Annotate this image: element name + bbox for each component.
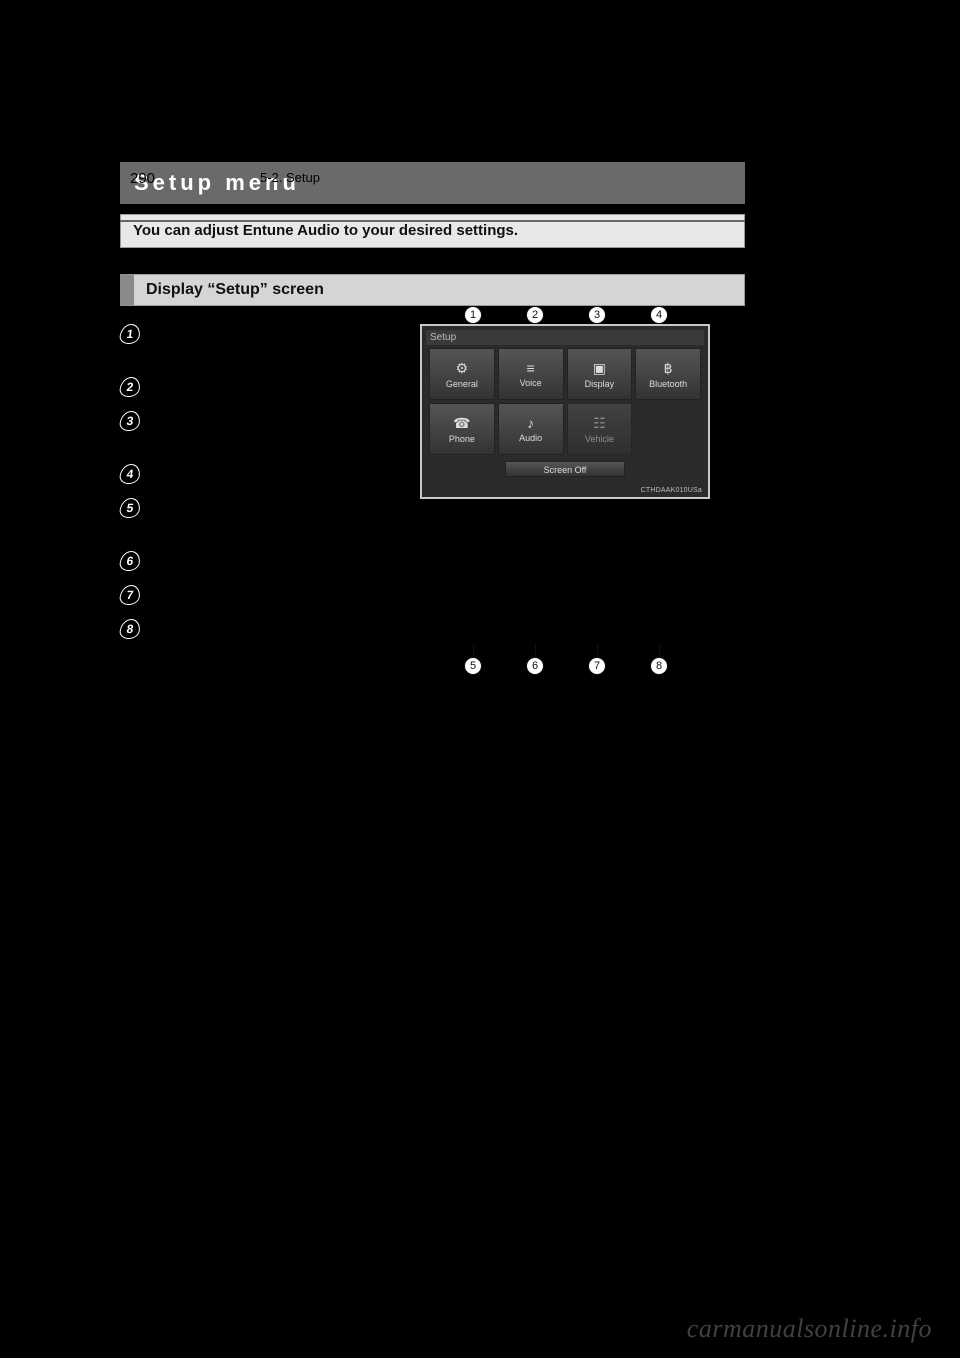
list-item: 5 Adjust settings for phone sound, conta… [120,498,400,537]
callout-row-bottom: 5 6 7 8 [442,657,690,675]
callout-badge-6: 6 [119,551,142,571]
tile-empty [635,403,701,455]
list-item: 6 Audio settings (→P. 318) [120,551,400,571]
callout-badge-7: 7 [119,585,142,605]
audio-icon: ♪ [527,415,534,431]
setup-screen-title: Setup [426,330,704,345]
vehicle-icon: ☷ [593,415,606,432]
gear-icon: ⚙ [456,360,469,377]
callout-pin-2: 2 [526,306,544,324]
callout-badge-1: 1 [119,324,142,344]
tile-display[interactable]: ▣ Display [567,348,633,400]
tile-audio[interactable]: ♪ Audio [498,403,564,455]
breadcrumb: 5-2. Setup [260,170,320,185]
section-title-bar: Setup menu [120,162,745,204]
callout-badge-8: 8 [119,619,142,639]
list-item: 2 Voice settings (→P. 295) [120,377,400,397]
tile-phone[interactable]: ☎ Phone [429,403,495,455]
callout-text-6: Audio settings (→P. 318) [150,551,298,571]
subheading-text: Display “Setup” screen [146,281,324,298]
callout-pin-6: 6 [526,657,544,675]
manual-page: 290 5-2. Setup Setup menu You can adjust… [0,0,960,1358]
callout-text-8: Turn off the screen [150,619,263,639]
tile-bluetooth[interactable]: ฿ Bluetooth [635,348,701,400]
tile-label: Display [585,379,615,389]
tile-label: Voice [520,378,542,388]
setup-screen-illustration: Setup ⚙ General ≡ Voice ▣ Display [420,324,710,499]
page-number: 290 [130,170,155,187]
callout-badge-2: 2 [119,377,142,397]
subheading-bar: Display “Setup” screen [120,274,745,306]
phone-icon: ☎ [453,415,470,432]
display-icon: ▣ [593,360,606,377]
voice-icon: ≡ [527,360,535,376]
tile-label: Audio [519,433,542,443]
tile-label: General [446,379,478,389]
content-row: 1 Adjust settings for operation sounds, … [120,324,745,653]
setup-grid: ⚙ General ≡ Voice ▣ Display ฿ Bluetooth [426,345,704,458]
screenshot-column: 1 2 3 4 Setup ⚙ General ≡ Voice [420,324,720,653]
callout-text-1: Adjust settings for operation sounds, sc… [150,324,400,363]
callout-text-2: Voice settings (→P. 295) [150,377,297,397]
callout-badge-5: 5 [119,498,142,518]
callout-text-7: Set vehicle information [150,585,287,605]
callout-row-top: 1 2 3 4 [442,306,690,324]
callout-badge-4: 4 [119,464,142,484]
callout-text-5: Adjust settings for phone sound, contact… [150,498,400,537]
footer-code: RAV4-HV_U (OM42A15U) [130,1265,247,1276]
list-item: 4 Bluetooth® phone settings (→P. 338) [120,464,400,484]
callout-list: 1 Adjust settings for operation sounds, … [120,324,400,653]
callout-pin-5: 5 [464,657,482,675]
tile-label: Bluetooth [649,379,687,389]
chapter-tab: 5 [844,520,870,670]
callout-pin-7: 7 [588,657,606,675]
watermark: carmanualsonline.info [687,1314,932,1344]
callout-pin-8: 8 [650,657,668,675]
tile-vehicle[interactable]: ☷ Vehicle [567,403,633,455]
list-item: 3 Adjust settings for screen contrast an… [120,411,400,450]
tile-general[interactable]: ⚙ General [429,348,495,400]
callout-badge-3: 3 [119,411,142,431]
tile-voice[interactable]: ≡ Voice [498,348,564,400]
header-divider [120,220,745,222]
screen-off-button[interactable]: Screen Off [505,461,625,477]
callout-text-4: Bluetooth® phone settings (→P. 338) [150,464,372,484]
image-code: CTHDAAK010USa [641,487,702,494]
intro-text: You can adjust Entune Audio to your desi… [133,222,518,239]
list-item: 8 Turn off the screen [120,619,400,639]
callout-pin-4: 4 [650,306,668,324]
bluetooth-icon: ฿ [664,360,673,377]
tile-label: Phone [449,434,475,444]
callout-pin-1: 1 [464,306,482,324]
chapter-side-label: Audio system [886,690,898,756]
callout-text-3: Adjust settings for screen contrast and … [150,411,400,450]
list-item: 1 Adjust settings for operation sounds, … [120,324,400,363]
list-item: 7 Set vehicle information [120,585,400,605]
tile-label: Vehicle [585,434,614,444]
callout-pin-3: 3 [588,306,606,324]
